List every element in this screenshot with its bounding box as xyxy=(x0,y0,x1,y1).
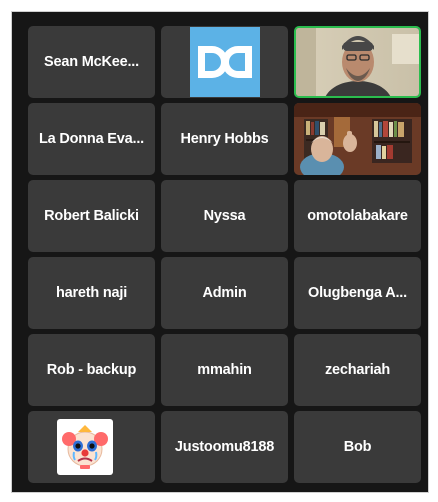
participant-tile[interactable]: Nyssa xyxy=(161,180,288,252)
participant-tile-active-speaker[interactable] xyxy=(294,26,421,98)
participant-tile[interactable]: Sean McKee... xyxy=(28,26,155,98)
participant-tile[interactable] xyxy=(28,411,155,483)
participant-tile[interactable]: omotolabakare xyxy=(294,180,421,252)
participant-tile[interactable]: Henry Hobbs xyxy=(161,103,288,175)
participant-name: Admin xyxy=(202,285,247,301)
participant-name: Justoomu8188 xyxy=(174,439,275,455)
participant-name: Henry Hobbs xyxy=(180,131,269,147)
participant-tile[interactable] xyxy=(294,103,421,175)
participant-tile[interactable]: zechariah xyxy=(294,334,421,406)
participant-tile[interactable]: Olugbenga A... xyxy=(294,257,421,329)
participant-name: Olugbenga A... xyxy=(308,285,407,301)
crying-clown-emoji-icon xyxy=(56,419,113,475)
participant-tile[interactable]: Bob xyxy=(294,411,421,483)
webcam-video-icon xyxy=(294,103,421,175)
participant-name: Sean McKee... xyxy=(44,54,139,70)
participant-tile[interactable]: Admin xyxy=(161,257,288,329)
participant-tile[interactable] xyxy=(161,26,288,98)
participant-tile[interactable]: Justoomu8188 xyxy=(161,411,288,483)
participant-name: zechariah xyxy=(324,362,391,378)
participant-name: Bob xyxy=(343,439,372,455)
participant-tile[interactable]: La Donna Eva... xyxy=(28,103,155,175)
participant-tile[interactable]: hareth naji xyxy=(28,257,155,329)
participant-tile[interactable]: Robert Balicki xyxy=(28,180,155,252)
participant-name: mmahin xyxy=(197,362,252,378)
dd-logo-icon xyxy=(189,27,260,97)
video-call-window: Sean McKee... La Donna Eva... Henry Hobb… xyxy=(11,11,429,493)
participant-name: Nyssa xyxy=(203,208,246,224)
webcam-video-icon xyxy=(296,28,419,96)
participant-name: La Donna Eva... xyxy=(39,131,144,147)
participant-name: hareth naji xyxy=(55,285,128,301)
participant-grid: Sean McKee... La Donna Eva... Henry Hobb… xyxy=(28,26,421,483)
participant-name: omotolabakare xyxy=(307,208,408,224)
participant-tile[interactable]: mmahin xyxy=(161,334,288,406)
participant-tile[interactable]: Rob - backup xyxy=(28,334,155,406)
participant-name: Rob - backup xyxy=(46,362,137,378)
participant-name: Robert Balicki xyxy=(44,208,139,224)
